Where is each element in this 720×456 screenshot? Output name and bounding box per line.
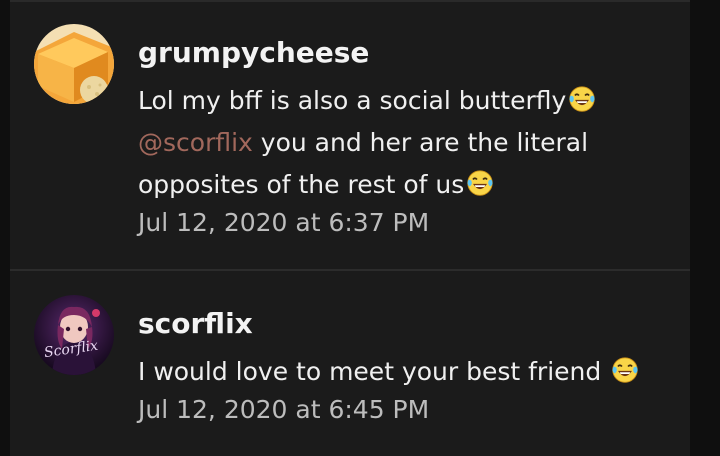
anime-girl-avatar-image: Scorflix — [34, 295, 114, 375]
comment-text-segment: opposites of the rest of us — [138, 170, 465, 199]
laughing-tears-emoji-icon — [569, 86, 595, 112]
comment-text-segment: Lol my bff is also a social butterfly — [138, 86, 567, 115]
comment-item: Scorflix scorflix I would love to meet y… — [10, 271, 690, 456]
comment-line: @scorflix you and her are the literal — [138, 122, 678, 164]
comment-thread: grumpycheese Lol my bff is also a social… — [10, 0, 690, 456]
comment-item: grumpycheese Lol my bff is also a social… — [10, 0, 690, 269]
comment-text-segment: I would love to meet your best friend — [138, 357, 610, 386]
comment-line: Lol my bff is also a social butterfly — [138, 80, 678, 122]
comment-text-segment: you and her are the literal — [252, 128, 589, 157]
laughing-tears-emoji-icon — [612, 357, 638, 383]
mention-link[interactable]: @scorflix — [138, 128, 253, 157]
comment-text: Lol my bff is also a social butterfly @s… — [138, 80, 678, 206]
comment-body: grumpycheese Lol my bff is also a social… — [138, 36, 678, 240]
cheese-avatar-image — [34, 24, 114, 104]
comment-body: scorflix I would love to meet your best … — [138, 307, 678, 427]
comment-line: opposites of the rest of us — [138, 164, 678, 206]
comment-line: I would love to meet your best friend — [138, 351, 678, 393]
laughing-tears-emoji-icon — [467, 170, 493, 196]
comment-text: I would love to meet your best friend — [138, 351, 678, 393]
username[interactable]: scorflix — [138, 307, 678, 341]
username[interactable]: grumpycheese — [138, 36, 678, 70]
anime-girl-avatar[interactable]: Scorflix — [34, 295, 114, 375]
cheese-avatar[interactable] — [34, 24, 114, 104]
comment-timestamp: Jul 12, 2020 at 6:45 PM — [138, 395, 430, 424]
comment-timestamp: Jul 12, 2020 at 6:37 PM — [138, 208, 430, 237]
